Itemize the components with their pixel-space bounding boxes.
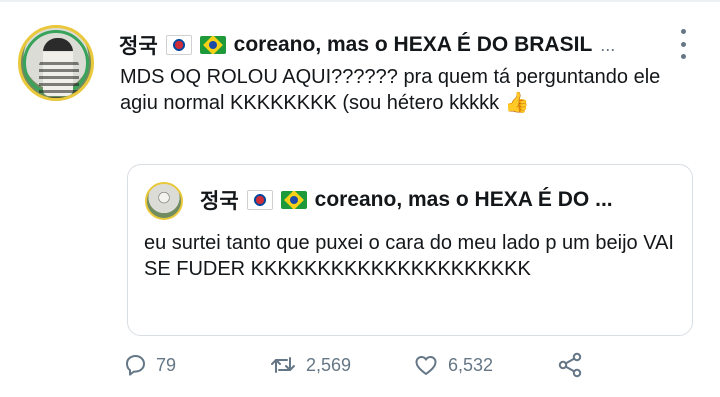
quoted-author-name: 정국 (200, 190, 239, 213)
more-dot (680, 54, 686, 59)
brazil-flag-icon (199, 36, 226, 54)
retweet-icon (268, 353, 298, 377)
reply-count: 79 (156, 354, 177, 375)
reply-icon (122, 353, 148, 377)
like-button[interactable]: 6,532 (412, 350, 493, 380)
retweet-button[interactable]: 2,569 (268, 350, 351, 380)
tweet-text: MDS OQ ROLOU AQUI?????? pra quem tá perg… (120, 64, 695, 116)
author-display-suffix[interactable]: coreano, mas o HEXA É DO BRASIL (234, 33, 593, 57)
reply-button[interactable]: 79 (122, 350, 176, 380)
quoted-author-avatar (145, 182, 183, 220)
share-icon (556, 352, 586, 378)
author-name[interactable]: 정국 (119, 31, 158, 59)
more-options-icon[interactable] (672, 29, 694, 59)
thumbs-up-icon: 👍 (504, 92, 530, 114)
share-button[interactable] (556, 350, 586, 380)
tweet-header: 정국 coreano, mas o HEXA É DO BRASIL ... (119, 31, 649, 59)
quoted-tweet-card[interactable]: 정국 coreano, mas o HEXA É DO ... eu surte… (127, 164, 693, 336)
more-dot (680, 29, 686, 34)
south-korea-flag-icon (246, 190, 273, 210)
like-count: 6,532 (448, 354, 494, 375)
south-korea-flag-icon (165, 35, 192, 55)
tweet-body: MDS OQ ROLOU AQUI?????? pra quem tá perg… (120, 66, 661, 114)
more-dot (680, 41, 686, 47)
like-icon (412, 353, 440, 377)
author-ellipsis: ... (600, 34, 616, 55)
quoted-tweet-text: eu surtei tanto que puxei o cara do meu … (144, 232, 674, 280)
top-divider (0, 0, 720, 2)
quoted-author-suffix: coreano, mas o HEXA É DO ... (314, 188, 613, 211)
retweet-count: 2,569 (306, 354, 352, 375)
tweet-actions: 79 2,569 6,532 (0, 350, 720, 380)
brazil-flag-icon (280, 191, 307, 209)
author-avatar[interactable] (18, 25, 94, 101)
quoted-tweet-header: 정국 coreano, mas o HEXA É DO ... (200, 187, 670, 213)
avatar-stripes (39, 58, 79, 98)
